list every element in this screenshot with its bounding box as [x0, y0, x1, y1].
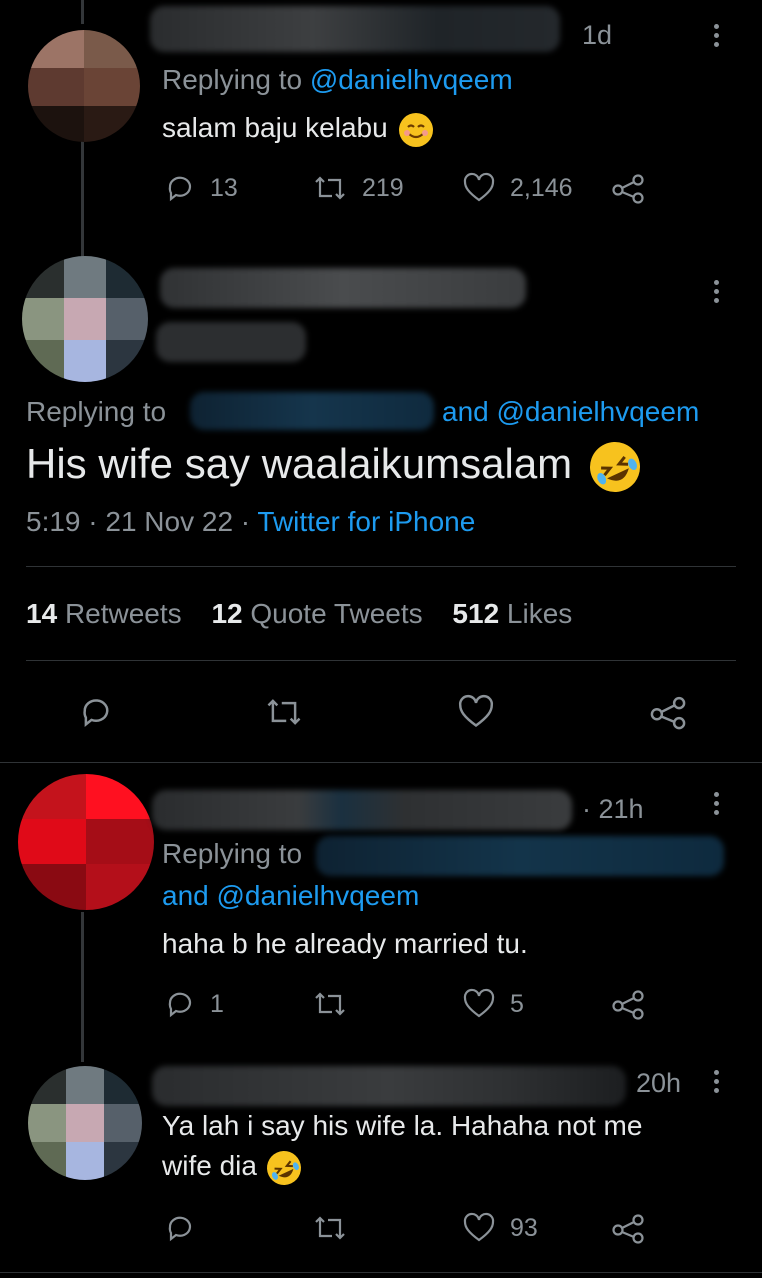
- heart-icon: [463, 988, 495, 1018]
- thread-line: [81, 912, 84, 1062]
- thread-line: [81, 0, 84, 24]
- tweet-text-line2: wife dia: [162, 1150, 257, 1181]
- retweet-button[interactable]: [264, 694, 304, 730]
- reply-icon: [83, 699, 109, 727]
- tweet-text: salam baju kelabu: [162, 112, 434, 147]
- like-count: 5: [510, 989, 524, 1018]
- main-tweet-text-body: His wife say waalaikumsalam: [26, 440, 573, 487]
- mention-link[interactable]: @danielhvqeem: [310, 64, 513, 95]
- avatar[interactable]: [28, 1066, 142, 1180]
- divider: [0, 762, 762, 763]
- retweets-count: 14: [26, 598, 58, 629]
- like-button[interactable]: 93: [462, 1212, 538, 1244]
- thread-line: [81, 138, 84, 258]
- tweet-source-link[interactable]: Twitter for iPhone: [257, 506, 475, 537]
- main-tweet-text: His wife say waalaikumsalam: [26, 433, 649, 501]
- retweet-button[interactable]: 219: [312, 172, 404, 204]
- avatar[interactable]: [28, 30, 140, 142]
- like-count: 93: [510, 1213, 538, 1242]
- reply-count: 1: [210, 989, 224, 1018]
- tweet-timestamp: 5:19 · 21 Nov 22 ·: [26, 506, 251, 537]
- share-button[interactable]: [610, 172, 646, 204]
- divider: [0, 1272, 762, 1273]
- reply-icon: [168, 1216, 192, 1242]
- retweet-button[interactable]: [312, 1212, 348, 1244]
- avatar[interactable]: [22, 256, 148, 382]
- reply-icon: [168, 176, 192, 202]
- tweet-text-line1: Ya lah i say his wife la. Hahaha not me: [162, 1110, 643, 1141]
- reply-button[interactable]: 1: [164, 988, 224, 1020]
- tweet-text: haha b he already married tu.: [162, 928, 528, 959]
- retweet-icon: [315, 176, 345, 200]
- like-button[interactable]: [456, 694, 496, 730]
- reply-button[interactable]: [164, 1212, 196, 1244]
- retweet-icon: [267, 699, 301, 725]
- tweet-text-line2-wrap: wife dia: [162, 1145, 307, 1191]
- reply-count: 13: [210, 173, 238, 202]
- retweet-button[interactable]: [312, 988, 348, 1020]
- engagement-stats: 14 Retweets 12 Quote Tweets 512 Likes: [26, 598, 572, 630]
- share-icon: [612, 1214, 644, 1244]
- likes-count: 512: [452, 598, 500, 629]
- share-icon: [612, 990, 644, 1020]
- reply-icon: [168, 992, 192, 1018]
- heart-icon: [459, 694, 493, 728]
- quotes-label: Quote Tweets: [250, 598, 423, 629]
- tweet-meta: 5:19 · 21 Nov 22 · Twitter for iPhone: [26, 506, 475, 538]
- display-name-redacted: [160, 268, 526, 308]
- tweet-time: · 21h: [582, 794, 644, 824]
- heart-icon: [463, 1212, 495, 1242]
- tweet-text-body: salam baju kelabu: [162, 112, 388, 143]
- handle-redacted: [156, 322, 306, 362]
- tweet-time: 20h: [636, 1068, 682, 1098]
- more-options-icon[interactable]: [714, 1070, 720, 1097]
- mention-link[interactable]: and @danielhvqeem: [162, 880, 419, 912]
- likes-label: Likes: [506, 598, 573, 629]
- reply-button[interactable]: [78, 694, 114, 730]
- share-icon: [650, 696, 686, 730]
- retweet-icon: [315, 992, 345, 1016]
- more-options-icon[interactable]: [714, 280, 720, 307]
- share-icon: [612, 174, 644, 204]
- username-redacted: [150, 6, 560, 52]
- like-button[interactable]: 5: [462, 988, 524, 1020]
- mention-link[interactable]: and @danielhvqeem: [442, 396, 699, 428]
- mention-redacted: [316, 836, 724, 876]
- mention-redacted: [190, 392, 434, 430]
- like-button[interactable]: 2,146: [462, 172, 573, 204]
- likes-stat[interactable]: 512 Likes: [452, 598, 572, 629]
- share-button[interactable]: [610, 1212, 646, 1244]
- retweet-icon: [315, 1216, 345, 1240]
- replying-label: Replying to: [162, 838, 303, 869]
- heart-icon: [463, 172, 495, 202]
- quotes-count: 12: [211, 598, 243, 629]
- more-options-icon[interactable]: [714, 792, 720, 819]
- replying-label: Replying to: [162, 64, 303, 95]
- smiling-face-emoji: [399, 112, 434, 147]
- avatar[interactable]: [18, 774, 154, 910]
- divider: [26, 660, 736, 661]
- share-button[interactable]: [648, 694, 688, 730]
- username-redacted: [152, 790, 572, 830]
- quote-tweets-stat[interactable]: 12 Quote Tweets: [211, 598, 422, 629]
- retweets-label: Retweets: [64, 598, 182, 629]
- replying-label: Replying to: [26, 396, 167, 427]
- username-redacted: [152, 1066, 626, 1106]
- share-button[interactable]: [610, 988, 646, 1020]
- tweet-time: 1d: [582, 20, 613, 50]
- retweets-stat[interactable]: 14 Retweets: [26, 598, 182, 629]
- rolling-on-floor-laughing-emoji: [261, 1145, 307, 1191]
- like-count: 2,146: [510, 173, 573, 202]
- more-options-icon[interactable]: [714, 24, 720, 51]
- retweet-count: 219: [362, 173, 404, 202]
- replying-to: Replying to @danielhvqeem: [162, 64, 513, 96]
- divider: [26, 566, 736, 567]
- rolling-on-floor-laughing-emoji: [581, 433, 649, 501]
- reply-button[interactable]: 13: [164, 172, 238, 204]
